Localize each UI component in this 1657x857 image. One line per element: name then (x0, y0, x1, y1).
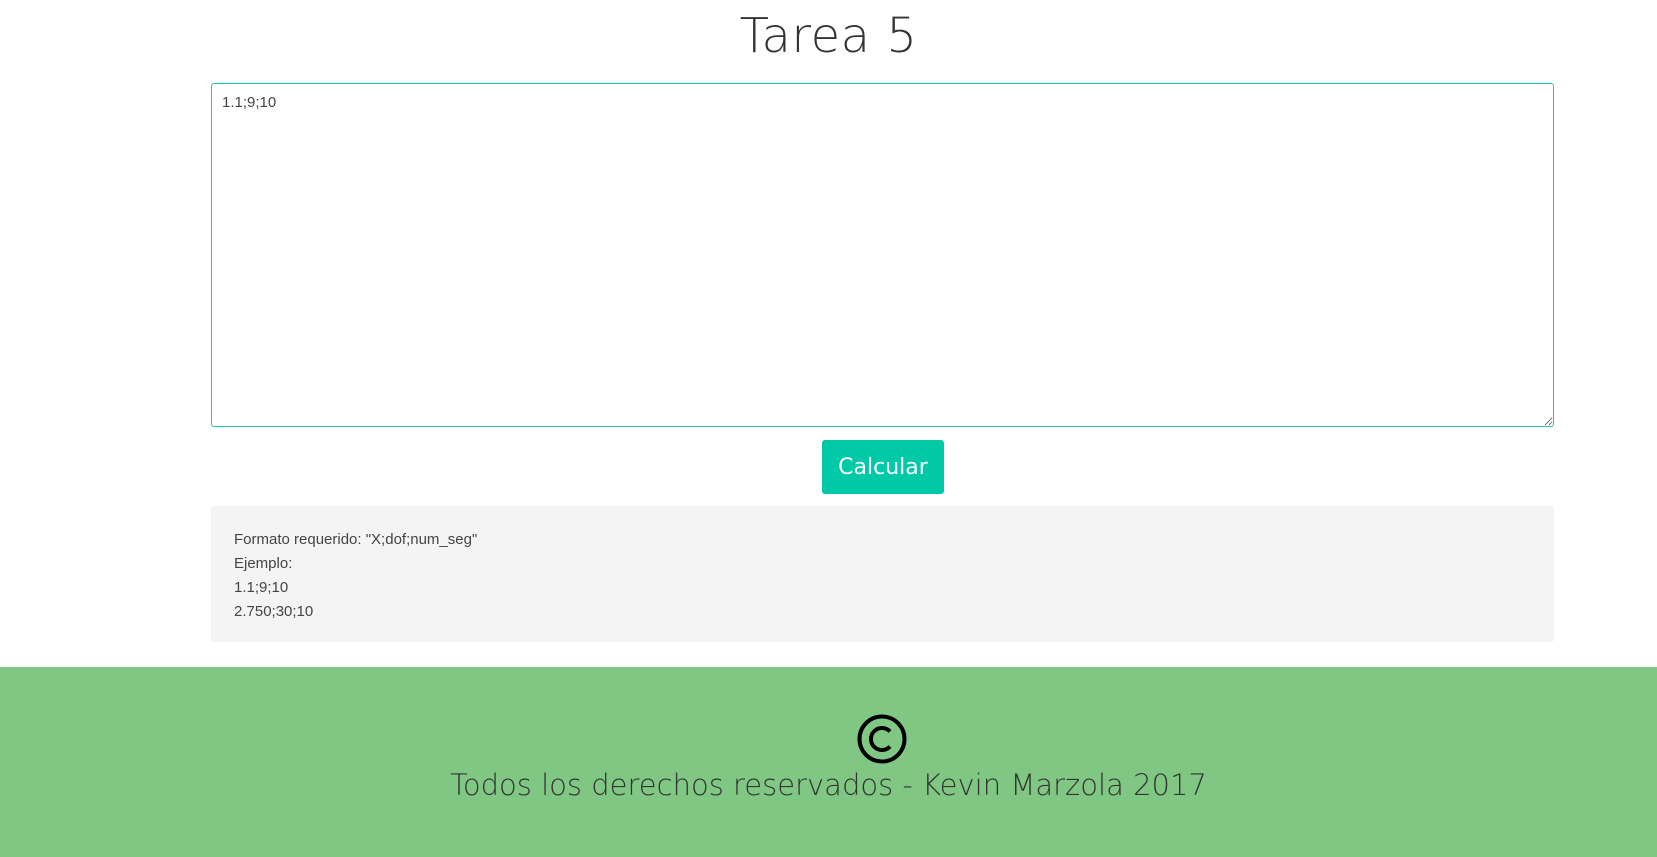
calcular-button[interactable]: Calcular (822, 440, 944, 494)
example-line: 1.1;9;10 (234, 579, 289, 596)
copyright-icon (857, 714, 907, 764)
example-label: Ejemplo: (234, 555, 293, 572)
page: Tarea 5 1.1;9;10 Calcular Formato requer… (0, 0, 1657, 857)
page-title: Tarea 5 (739, 8, 918, 64)
input-textarea[interactable]: 1.1;9;10 (211, 83, 1554, 427)
footer (0, 667, 1657, 857)
example-line: 2.750;30;10 (234, 603, 314, 620)
footer-copyright-text: Todos los derechos reservados - Kevin Ma… (450, 768, 1207, 802)
format-info-line: Formato requerido: "X;dof;num_seg" (234, 531, 478, 548)
format-info-box: Formato requerido: "X;dof;num_seg" Ejemp… (211, 506, 1554, 642)
